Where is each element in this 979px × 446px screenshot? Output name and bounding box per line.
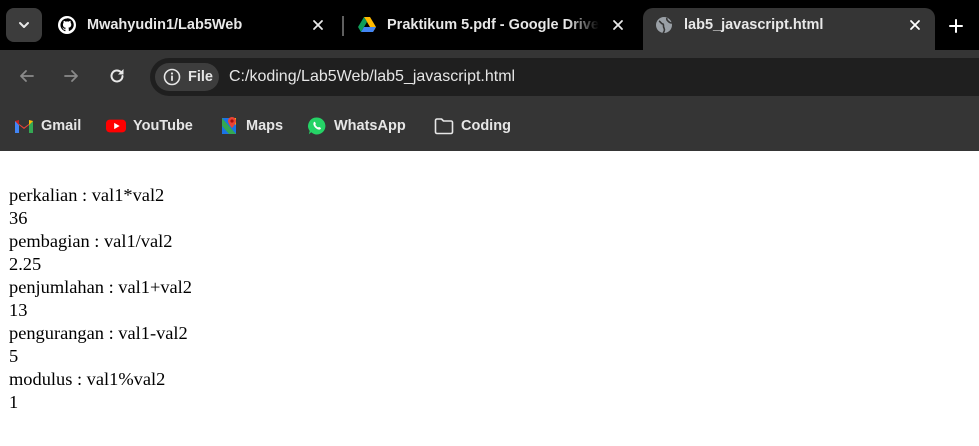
output-line-subtraction-result: 5 [9, 346, 19, 366]
arrow-right-icon [64, 70, 78, 82]
script-output: perkalian : val1*val2 36 pembagian : val… [9, 184, 192, 414]
close-tab-icon[interactable] [907, 17, 923, 33]
bookmark-label: Maps [246, 118, 284, 134]
output-line-modulus-result: 1 [9, 392, 19, 412]
gmail-icon [14, 116, 34, 136]
tab-lab5-javascript[interactable]: lab5_javascript.html [643, 8, 935, 50]
output-line-modulus-label: modulus : val1%val2 [9, 369, 166, 389]
github-icon [58, 16, 76, 34]
reload-icon [110, 69, 124, 83]
chevron-down-icon [19, 22, 29, 28]
google-drive-icon [358, 16, 376, 34]
bookmark-folder-coding[interactable]: Coding [434, 115, 511, 137]
output-line-subtraction-label: pengurangan : val1-val2 [9, 323, 188, 343]
bookmark-label: Gmail [41, 118, 82, 134]
page-viewport: perkalian : val1*val2 36 pembagian : val… [0, 151, 979, 446]
tab-separator [342, 16, 344, 36]
new-tab-button[interactable] [942, 12, 970, 40]
tab-title: lab5_javascript.html [684, 17, 824, 33]
close-tab-icon[interactable] [610, 17, 626, 33]
bookmark-maps[interactable]: Maps [219, 115, 283, 137]
tab-search-button[interactable] [6, 8, 42, 42]
tab-github[interactable]: Mwahyudin1/Lab5Web [46, 8, 338, 42]
output-line-division-result: 2.25 [9, 254, 42, 274]
site-info-chip[interactable]: File [155, 63, 219, 91]
whatsapp-icon [307, 116, 327, 136]
bookmark-youtube[interactable]: YouTube [106, 115, 193, 137]
toolbar: File C:/koding/Lab5Web/lab5_javascript.h… [0, 50, 979, 102]
youtube-icon [106, 116, 126, 136]
bookmark-label: WhatsApp [334, 118, 406, 134]
site-info-label: File [188, 69, 213, 85]
output-line-addition-label: penjumlahan : val1+val2 [9, 277, 192, 297]
globe-icon [655, 16, 673, 34]
tab-title: Mwahyudin1/Lab5Web [87, 17, 243, 33]
tab-google-drive[interactable]: Praktikum 5.pdf - Google Drive [346, 8, 638, 42]
output-line-multiplication-result: 36 [9, 208, 28, 228]
bookmarks-bar: Gmail YouTube Maps WhatsApp Coding [0, 102, 979, 151]
output-line-division-label: pembagian : val1/val2 [9, 231, 173, 251]
output-line-addition-result: 13 [9, 300, 28, 320]
arrow-left-icon [20, 70, 34, 82]
address-bar[interactable]: File C:/koding/Lab5Web/lab5_javascript.h… [150, 58, 979, 96]
back-button[interactable] [14, 63, 40, 89]
tab-title: Praktikum 5.pdf - Google Drive [387, 17, 599, 33]
bookmark-label: YouTube [133, 118, 193, 134]
forward-button[interactable] [58, 63, 84, 89]
output-line-multiplication-label: perkalian : val1*val2 [9, 185, 165, 205]
reload-button[interactable] [104, 63, 130, 89]
plus-icon [949, 19, 963, 33]
tab-strip: Mwahyudin1/Lab5Web Praktikum 5.pdf - Goo… [0, 0, 979, 50]
bookmark-whatsapp[interactable]: WhatsApp [307, 115, 406, 137]
close-tab-icon[interactable] [310, 17, 326, 33]
bookmark-label: Coding [461, 118, 511, 134]
folder-icon [434, 116, 454, 136]
maps-icon [219, 116, 239, 136]
url-text[interactable]: C:/koding/Lab5Web/lab5_javascript.html [229, 68, 515, 86]
bookmark-gmail[interactable]: Gmail [14, 115, 81, 137]
info-icon [163, 68, 181, 86]
